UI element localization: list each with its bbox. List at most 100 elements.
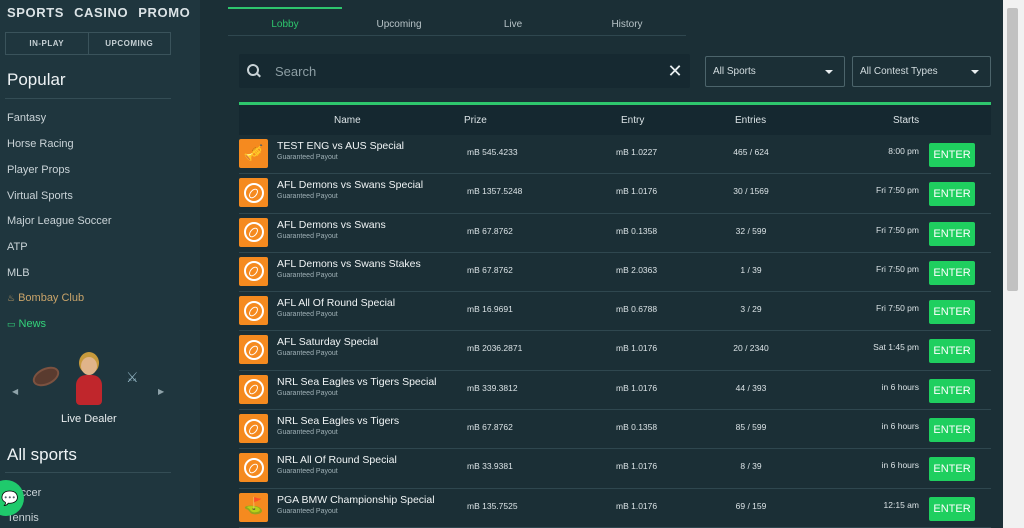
contest-name[interactable]: NRL All Of Round Special [277, 454, 397, 466]
table-row[interactable]: NRL All Of Round Special Guaranteed Payou… [239, 449, 991, 489]
close-icon[interactable]: ✕ [660, 61, 690, 82]
enter-button[interactable]: ENTER [929, 339, 975, 364]
football-icon [239, 453, 268, 483]
golf-icon: ⛳ [239, 492, 268, 522]
caret-down-icon [825, 70, 833, 74]
tab-upcoming[interactable]: Upcoming [342, 8, 456, 35]
sidebar-item-news[interactable]: ▭ News [7, 318, 46, 330]
enter-button[interactable]: ENTER [929, 260, 975, 285]
nav-casino[interactable]: CASINO [74, 5, 128, 20]
sidebar-item-mlb[interactable]: MLB [7, 267, 30, 279]
contest-start-time: Fri 7:50 pm [876, 263, 919, 274]
contest-name[interactable]: TEST ENG vs AUS Special [277, 140, 404, 152]
sidebar-item-virtual-sports[interactable]: Virtual Sports [7, 190, 73, 202]
football-icon [239, 256, 268, 286]
scrollbar[interactable] [1003, 0, 1024, 528]
table-row[interactable]: AFL Demons vs Swans Special Guaranteed Pa… [239, 174, 991, 214]
live-dealer-image[interactable] [70, 355, 108, 405]
contest-prize: mB 33.9381 [467, 461, 513, 472]
contest-entries: 30 / 1569 [733, 186, 769, 197]
sidebar-item-fantasy[interactable]: Fantasy [7, 112, 46, 124]
enter-button[interactable]: ENTER [929, 143, 975, 167]
contest-prize: mB 545.4233 [467, 147, 518, 157]
sidebar-item-player-props[interactable]: Player Props [7, 164, 70, 176]
carousel-next-icon[interactable]: ▶ [158, 387, 164, 396]
contest-prize: mB 16.9691 [467, 304, 513, 315]
table-row[interactable]: ⛳ PGA BMW Championship Special Guaranteed … [239, 488, 991, 528]
header-starts[interactable]: Starts [893, 115, 919, 126]
header-entries[interactable]: Entries [735, 115, 766, 126]
sidebar-item-horse-racing[interactable]: Horse Racing [7, 138, 74, 150]
football-icon [239, 296, 268, 326]
upcoming-button[interactable]: UPCOMING [89, 33, 171, 54]
football-icon [239, 335, 268, 365]
table-row[interactable]: 🎺 TEST ENG vs AUS Special Guaranteed Payou… [239, 135, 991, 175]
contest-name[interactable]: AFL Demons vs Swans Stakes [277, 258, 421, 270]
nav-sports[interactable]: SPORTS [7, 5, 64, 20]
bombay-icon: ♨ [7, 292, 16, 303]
sports-filter-select[interactable]: All Sports [705, 56, 845, 87]
contest-subtitle: Guaranteed Payout [277, 271, 338, 279]
nav-promo[interactable]: PROMO [138, 5, 190, 20]
sidebar: SPORTS CASINO PROMO IN-PLAY UPCOMING Pop… [0, 0, 200, 528]
contest-name[interactable]: AFL Demons vs Swans Special [277, 179, 423, 191]
tab-history[interactable]: History [570, 8, 684, 35]
live-dealer-label[interactable]: Live Dealer [61, 413, 117, 425]
table-row[interactable]: AFL Demons vs Swans Guaranteed Payout mB 6… [239, 213, 991, 253]
top-nav: SPORTS CASINO PROMO [0, 0, 200, 20]
football-icon [239, 178, 268, 208]
enter-button[interactable]: ENTER [929, 221, 975, 246]
contest-name[interactable]: NRL Sea Eagles vs Tigers [277, 415, 399, 427]
enter-button[interactable]: ENTER [929, 182, 975, 207]
header-name[interactable]: Name [334, 115, 361, 126]
tab-lobby[interactable]: Lobby [228, 7, 342, 35]
contest-prize: mB 2036.2871 [467, 343, 523, 354]
contest-entry-fee: mB 1.0227 [616, 147, 658, 157]
scrollbar-thumb[interactable] [1007, 8, 1018, 291]
tab-live[interactable]: Live [456, 8, 570, 35]
chat-icon[interactable]: 💬 [0, 480, 24, 516]
contest-entry-fee: mB 1.0176 [616, 461, 658, 472]
carousel-prev-icon[interactable]: ◀ [12, 387, 18, 396]
contest-entries: 69 / 159 [735, 500, 767, 511]
sidebar-item-atp[interactable]: ATP [7, 241, 28, 253]
enter-button[interactable]: ENTER [929, 378, 975, 403]
contest-subtitle: Guaranteed Payout [277, 350, 338, 358]
football-icon [239, 217, 268, 247]
table-row[interactable]: NRL Sea Eagles vs Tigers Guaranteed Payou… [239, 410, 991, 450]
enter-button[interactable]: ENTER [929, 457, 975, 482]
sidebar-item-label: News [18, 318, 47, 330]
contest-subtitle: Guaranteed Payout [277, 193, 338, 201]
search-input[interactable] [261, 63, 660, 79]
contest-name[interactable]: AFL Demons vs Swans [277, 219, 386, 231]
table-row[interactable]: AFL All Of Round Special Guaranteed Payou… [239, 292, 991, 332]
contest-entries: 3 / 29 [740, 304, 762, 315]
contest-type-filter-select[interactable]: All Contest Types [852, 56, 991, 87]
enter-button[interactable]: ENTER [929, 300, 975, 325]
header-entry[interactable]: Entry [621, 115, 644, 126]
divider [5, 472, 171, 473]
contest-entry-fee: mB 0.1358 [616, 422, 658, 433]
table-body: 🎺 TEST ENG vs AUS Special Guaranteed Payou… [239, 135, 991, 528]
football-icon[interactable] [29, 362, 63, 391]
contest-name[interactable]: PGA BMW Championship Special [277, 494, 435, 506]
contest-name[interactable]: AFL All Of Round Special [277, 297, 395, 309]
table-row[interactable]: AFL Demons vs Swans Stakes Guaranteed Pay… [239, 252, 991, 293]
enter-button[interactable]: ENTER [929, 418, 975, 443]
search-icon [247, 64, 261, 78]
contest-name[interactable]: NRL Sea Eagles vs Tigers Special [277, 376, 437, 388]
esports-icon[interactable]: ⚔ [126, 369, 148, 387]
header-prize[interactable]: Prize [464, 115, 487, 126]
contest-entries: 32 / 599 [735, 225, 767, 236]
main-content: Lobby Upcoming Live History ✕ All Sports… [200, 0, 1003, 528]
table-row[interactable]: NRL Sea Eagles vs Tigers Special Guarante… [239, 370, 991, 411]
table-header: Name Prize Entry Entries Starts [239, 105, 991, 135]
enter-button[interactable]: ENTER [929, 496, 975, 521]
sidebar-item-bombay-club[interactable]: ♨ Bombay Club [7, 292, 84, 304]
contest-name[interactable]: AFL Saturday Special [277, 336, 378, 348]
table-row[interactable]: AFL Saturday Special Guaranteed Payout mB … [239, 331, 991, 371]
contest-subtitle: Guaranteed Payout [277, 468, 338, 476]
sidebar-item-major-league-soccer[interactable]: Major League Soccer [7, 215, 112, 227]
in-play-button[interactable]: IN-PLAY [6, 33, 89, 54]
contest-entry-fee: mB 1.0176 [616, 500, 658, 511]
